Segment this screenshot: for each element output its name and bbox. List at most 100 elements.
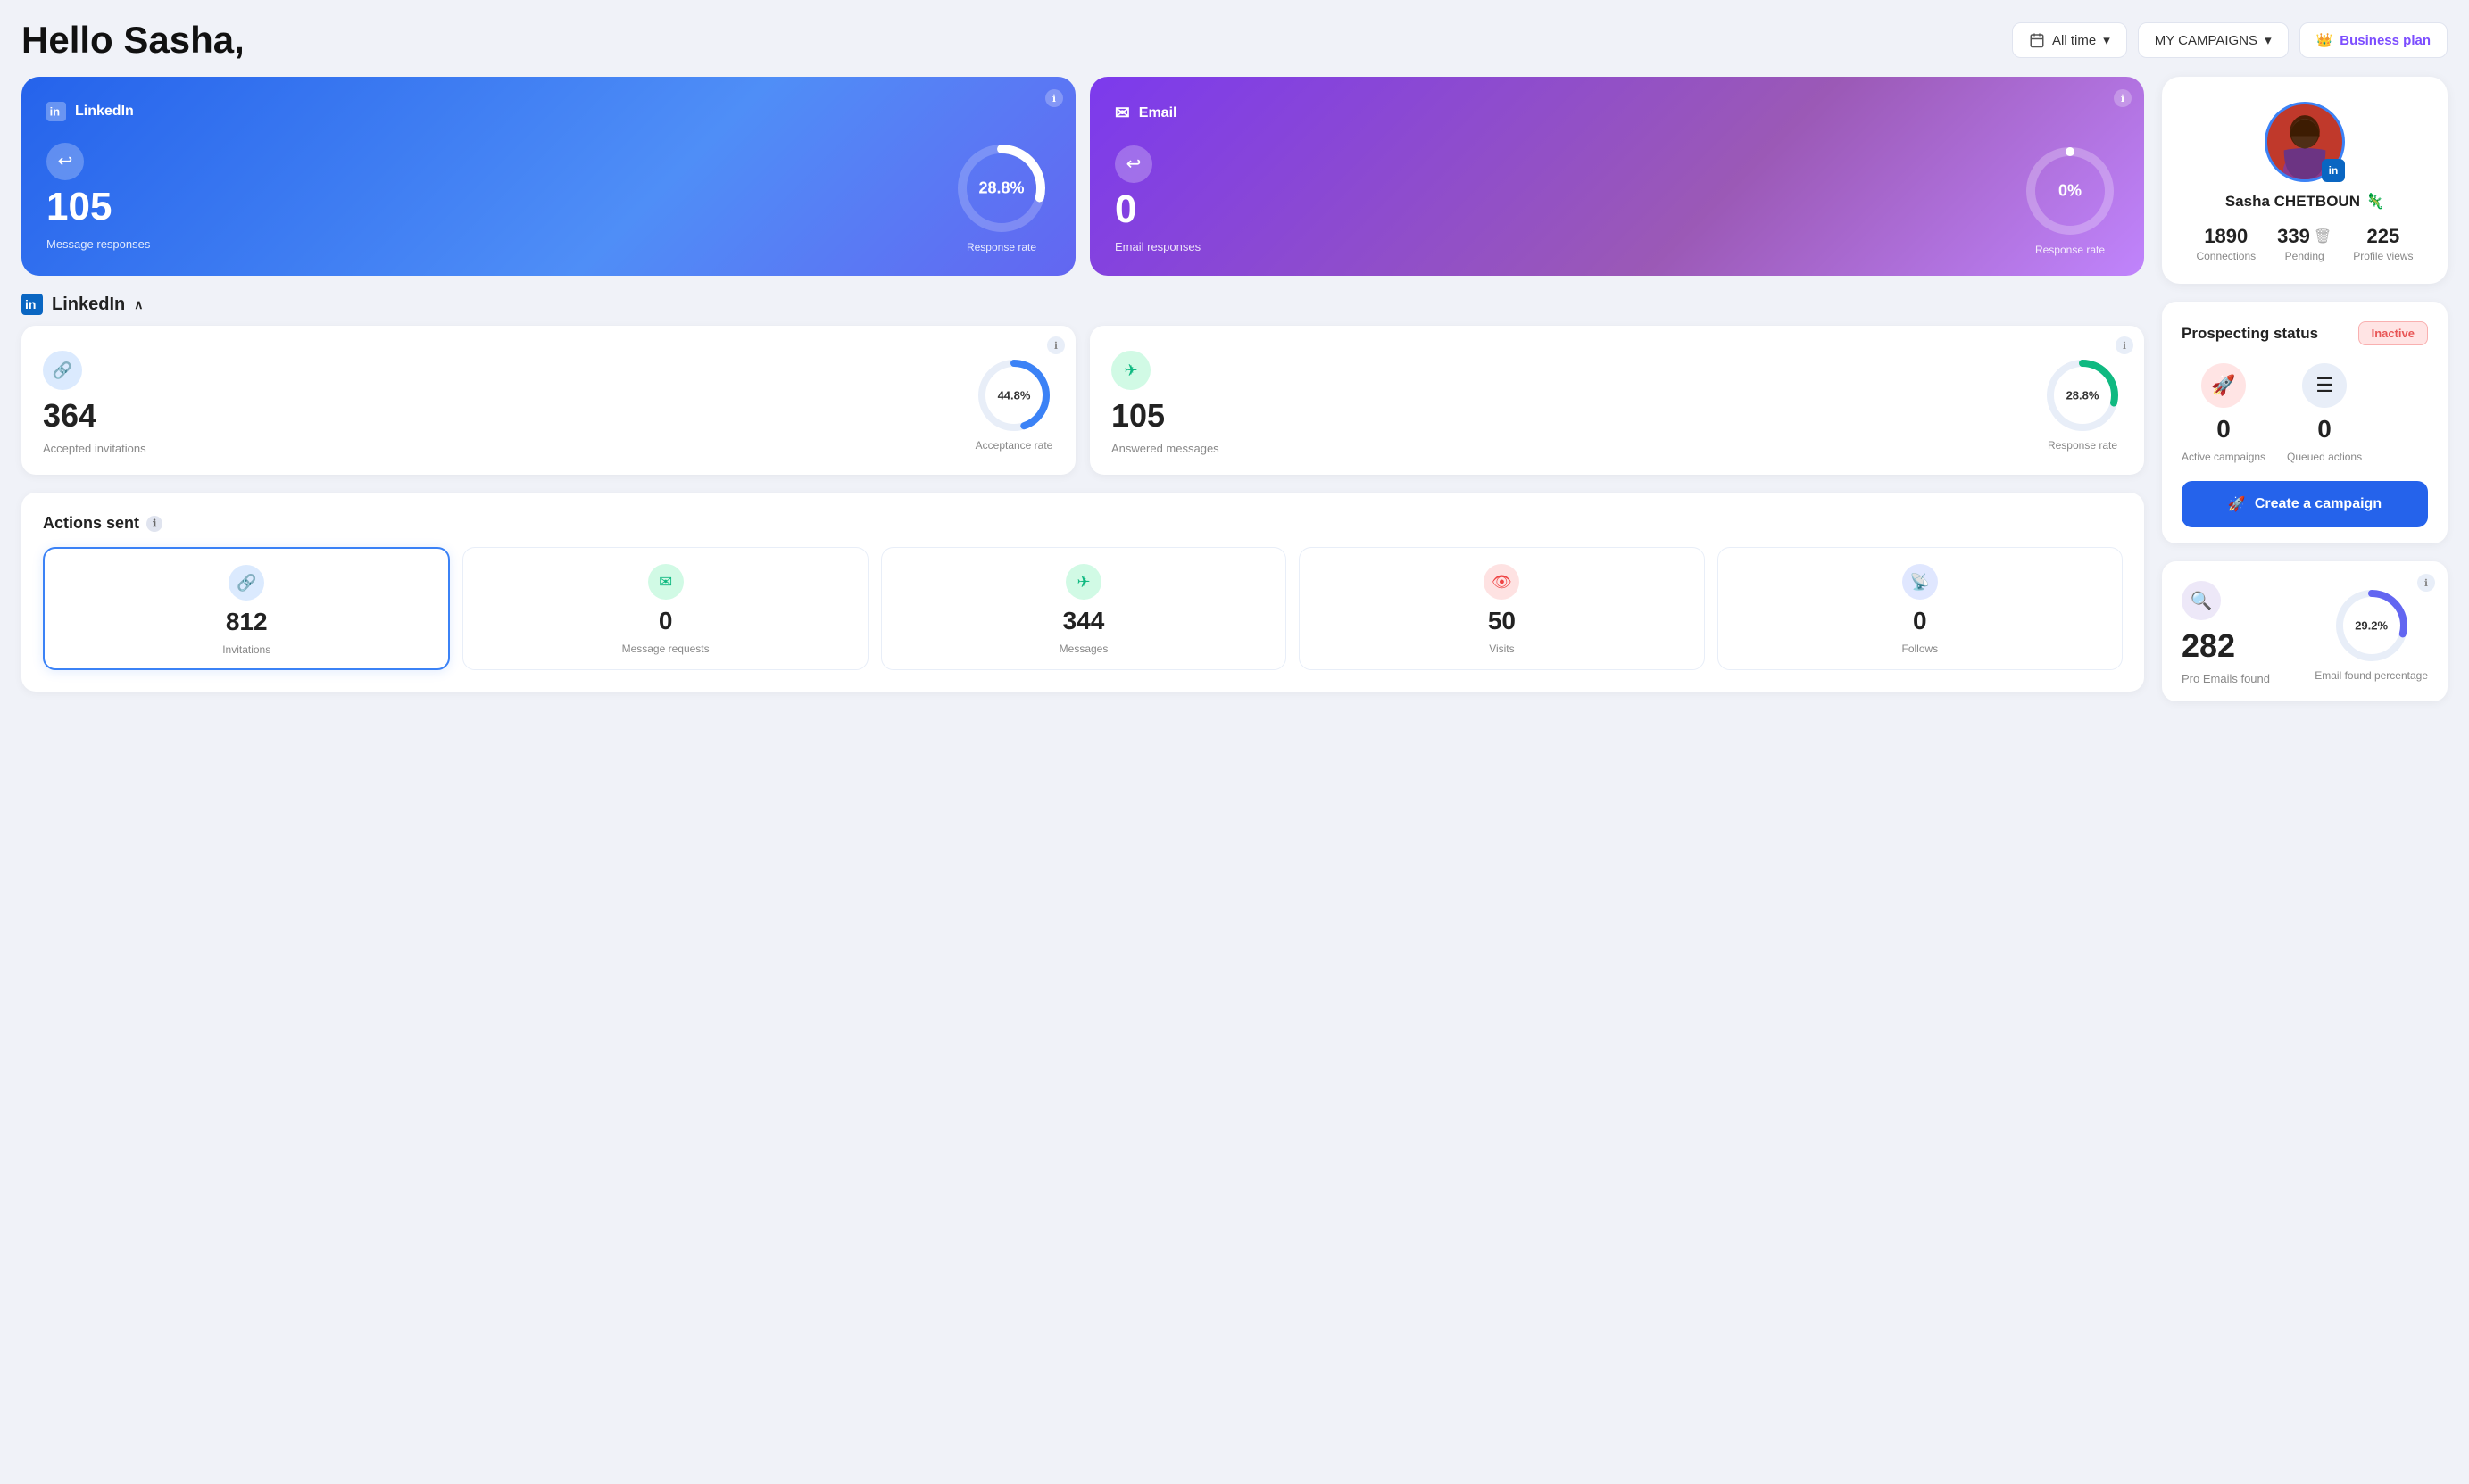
search-icon-circle: 🔍	[2182, 581, 2221, 620]
follows-label: Follows	[1901, 643, 1938, 655]
connections-value: 1890	[2204, 225, 2248, 248]
avatar-wrapper: in	[2265, 102, 2345, 182]
info-icon[interactable]: ℹ	[1047, 336, 1065, 354]
linkedin-card-header: in LinkedIn	[46, 102, 1051, 121]
email-rate-label: 0%	[2058, 182, 2082, 201]
active-campaigns-metric: 🚀 0 Active campaigns	[2182, 363, 2265, 463]
invitations-card[interactable]: 🔗 812 Invitations	[43, 547, 450, 670]
visits-label: Visits	[1489, 643, 1514, 655]
connections-stat: 1890 Connections	[2196, 225, 2256, 262]
link-action-icon: 🔗	[229, 565, 264, 601]
business-plan-button[interactable]: 👑 Business plan	[2299, 22, 2448, 58]
active-campaigns-label: Active campaigns	[2182, 451, 2265, 463]
rss-action-icon: 📡	[1902, 564, 1938, 600]
trash-icon[interactable]: 🗑	[2314, 228, 2332, 245]
answered-messages-value: 105	[1111, 397, 1165, 435]
create-campaign-button[interactable]: 🚀 Create a campaign	[2182, 481, 2428, 527]
linkedin-response-rate-donut: 28.8%	[952, 139, 1051, 237]
pending-value: 339	[2277, 225, 2310, 248]
acceptance-rate-sublabel: Acceptance rate	[976, 439, 1053, 452]
pending-stat: 339 🗑 Pending	[2277, 225, 2332, 262]
email-responses-value: 0	[1115, 190, 1201, 229]
greeting-text: Hello Sasha,	[21, 21, 245, 59]
linkedin-section-title: LinkedIn	[52, 294, 125, 315]
rocket-icon-circle: 🚀	[2201, 363, 2246, 408]
pro-emails-value: 282	[2182, 627, 2270, 665]
message-responses-value: 105	[46, 187, 150, 227]
prospecting-status-card: Prospecting status Inactive 🚀 0 Active c…	[2162, 302, 2448, 543]
linkedin-section-icon: in	[21, 294, 43, 315]
messages-value: 344	[1063, 607, 1105, 635]
linkedin-icon: in	[46, 102, 66, 121]
info-icon[interactable]: ℹ	[1045, 89, 1063, 107]
svg-text:in: in	[50, 105, 61, 119]
reply-icon-circle: ↩	[46, 143, 84, 180]
business-plan-label: Business plan	[2340, 33, 2431, 48]
profile-name: Sasha CHETBOUN 🦎	[2225, 193, 2384, 211]
campaigns-filter-button[interactable]: MY CAMPAIGNS ▾	[2138, 22, 2289, 58]
status-badge: Inactive	[2358, 321, 2428, 345]
queue-icon-circle: ☰	[2302, 363, 2347, 408]
queued-actions-label: Queued actions	[2287, 451, 2362, 463]
actions-sent-section: Actions sent ℹ 🔗 812 Invitations ✉ 0 Mes…	[21, 493, 2144, 692]
linkedin-card-title: LinkedIn	[75, 104, 134, 120]
chevron-down-icon: ▾	[2103, 32, 2110, 48]
message-icon-circle: ✈	[1111, 351, 1151, 390]
info-icon[interactable]: ℹ	[2116, 336, 2133, 354]
invitations-value: 812	[226, 608, 268, 636]
messages-card[interactable]: ✈ 344 Messages	[881, 547, 1286, 670]
email-card-title: Email	[1139, 105, 1177, 121]
message-requests-card[interactable]: ✉ 0 Message requests	[462, 547, 868, 670]
link-icon-circle: 🔗	[43, 351, 82, 390]
create-campaign-label: Create a campaign	[2255, 496, 2382, 512]
response-rate-sublabel2: Response rate	[2048, 439, 2117, 452]
profile-emoji: 🦎	[2365, 193, 2384, 211]
pending-label: Pending	[2285, 250, 2324, 262]
response-rate-label: Response rate	[967, 241, 1036, 253]
email-card-header: ✉ Email	[1115, 102, 2119, 124]
email-found-donut: 29.2%	[2332, 585, 2412, 666]
linkedin-rate-label: 28.8%	[978, 179, 1024, 198]
answered-messages-label: Answered messages	[1111, 442, 1219, 455]
visits-value: 50	[1488, 607, 1516, 635]
svg-text:in: in	[25, 297, 36, 311]
calendar-icon	[2029, 32, 2045, 48]
chevron-down-icon: ▾	[2265, 32, 2272, 48]
time-filter-button[interactable]: All time ▾	[2012, 22, 2127, 58]
envelope-action-icon: ✉	[648, 564, 684, 600]
invitations-label: Invitations	[222, 643, 270, 656]
profile-stats: 1890 Connections 339 🗑 Pending 225 Profi…	[2196, 225, 2413, 262]
info-icon[interactable]: ℹ	[2114, 89, 2132, 107]
actions-grid: 🔗 812 Invitations ✉ 0 Message requests ✈…	[43, 547, 2123, 670]
campaigns-filter-label: MY CAMPAIGNS	[2155, 33, 2257, 48]
response-rate-label2: 28.8%	[2066, 388, 2099, 402]
messages-label: Messages	[1060, 643, 1109, 655]
email-rate-sublabel: Response rate	[2035, 244, 2105, 256]
message-requests-label: Message requests	[622, 643, 710, 655]
email-icon: ✉	[1115, 102, 1130, 124]
connections-label: Connections	[2196, 250, 2256, 262]
profile-card: in Sasha CHETBOUN 🦎 1890 Connections 339…	[2162, 77, 2448, 284]
message-responses-label: Message responses	[46, 237, 150, 251]
acceptance-rate-donut: 44.8%	[974, 355, 1054, 435]
send-action-icon: ✈	[1066, 564, 1101, 600]
chevron-up-icon: ∧	[134, 297, 143, 312]
email-response-rate-donut: 0%	[2021, 142, 2119, 240]
info-icon[interactable]: ℹ	[146, 516, 162, 532]
accepted-invitations-card: ℹ 🔗 364 Accepted invitations	[21, 326, 1076, 475]
profile-views-value: 225	[2367, 225, 2400, 248]
visits-card[interactable]: 👁 50 Visits	[1299, 547, 1704, 670]
message-requests-value: 0	[659, 607, 673, 635]
follows-card[interactable]: 📡 0 Follows	[1717, 547, 2123, 670]
linkedin-stats-card: ℹ in LinkedIn ↩ 105 Message responses	[21, 77, 1076, 276]
info-icon[interactable]: ℹ	[2417, 574, 2435, 592]
email-stats-card: ℹ ✉ Email ↩ 0 Email responses	[1090, 77, 2144, 276]
follows-value: 0	[1913, 607, 1927, 635]
accepted-invitations-value: 364	[43, 397, 96, 435]
profile-views-stat: 225 Profile views	[2353, 225, 2413, 262]
response-rate-donut: 28.8%	[2042, 355, 2123, 435]
email-found-label: Email found percentage	[2315, 669, 2428, 682]
linkedin-section-header: in LinkedIn ∧	[21, 294, 2144, 315]
profile-views-label: Profile views	[2353, 250, 2413, 262]
queued-actions-metric: ☰ 0 Queued actions	[2287, 363, 2362, 463]
